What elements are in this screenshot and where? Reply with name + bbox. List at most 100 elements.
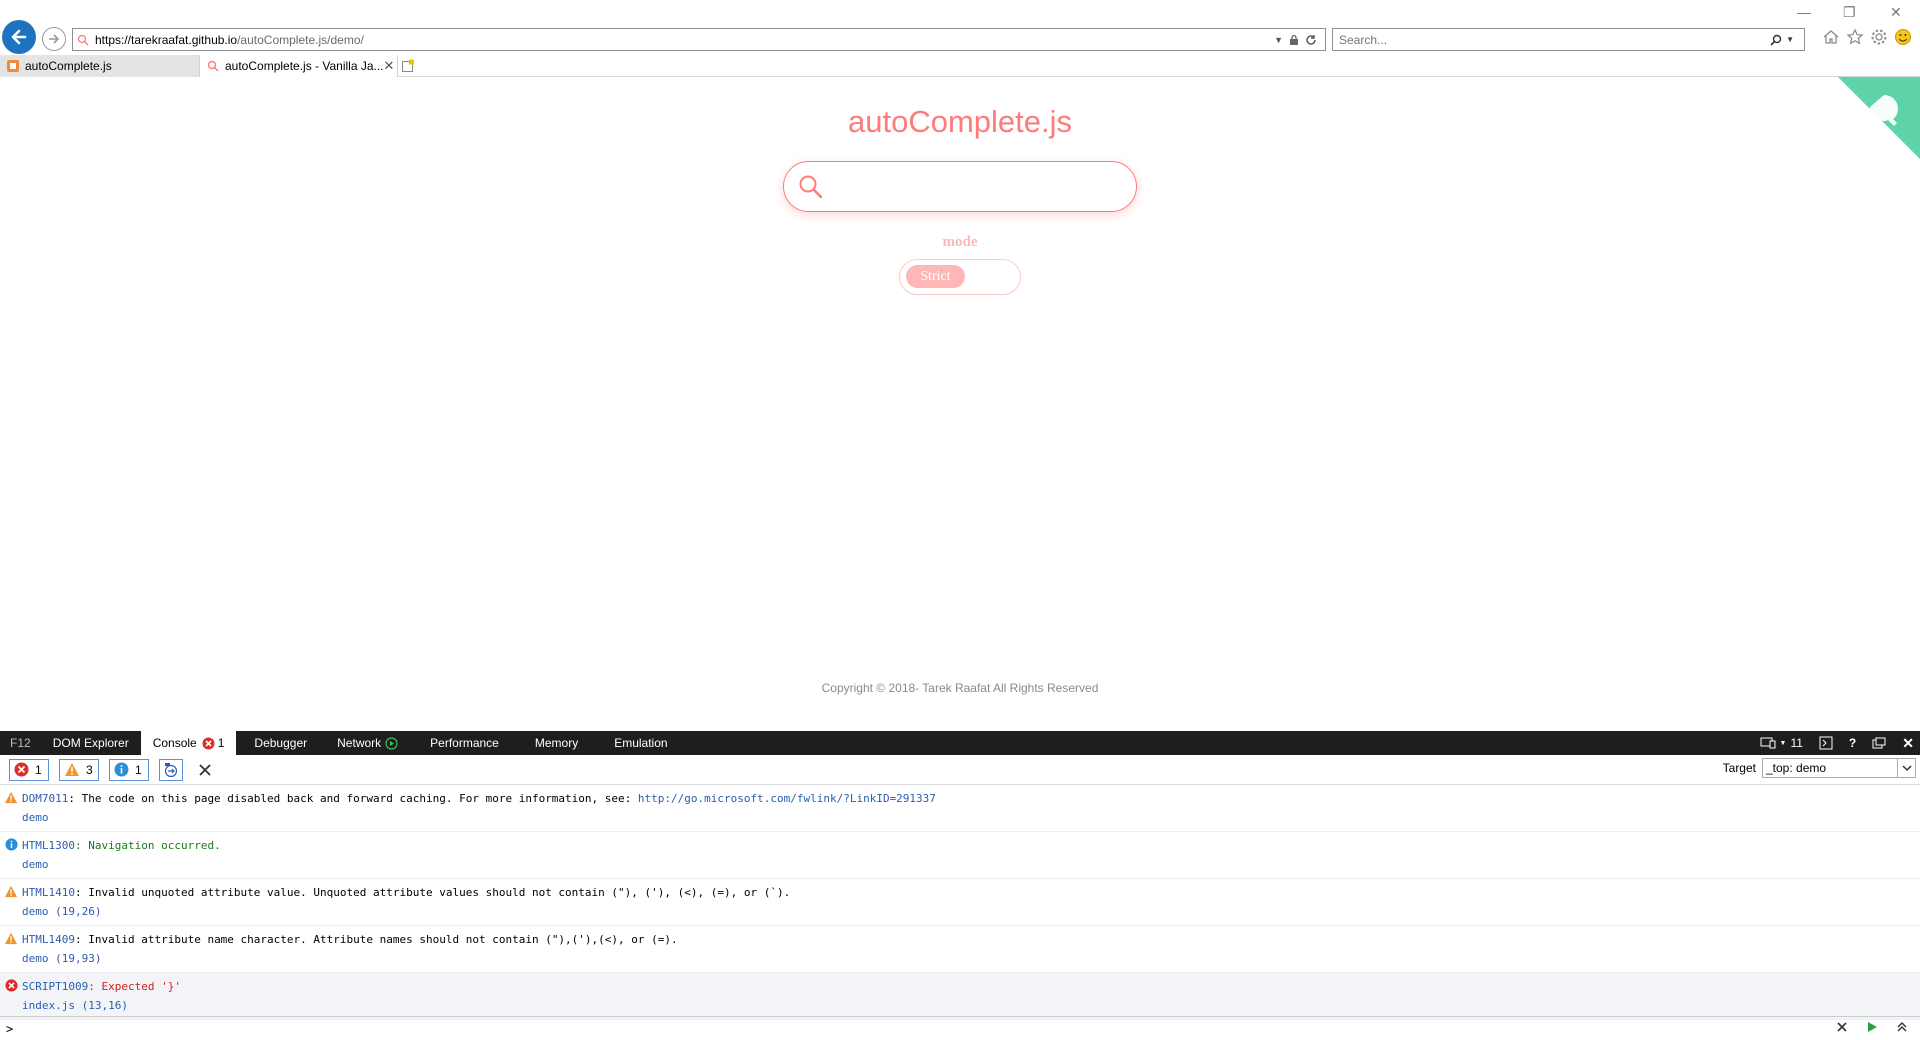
url-path: /autoComplete.js/demo/ — [237, 32, 364, 47]
message-source-link[interactable]: demo (19,26) — [22, 902, 790, 921]
tab-console[interactable]: Console 1 — [140, 731, 237, 755]
forward-button[interactable] — [42, 27, 66, 51]
gear-icon[interactable] — [1870, 28, 1888, 46]
search-icon[interactable] — [1770, 34, 1782, 46]
message-text: Invalid unquoted attribute value. Unquot… — [88, 886, 791, 899]
warning-icon — [4, 885, 18, 898]
target-selector: Target _top: demo — [1723, 758, 1916, 778]
refresh-icon[interactable] — [1305, 34, 1317, 46]
message-code: SCRIPT1009 — [22, 980, 89, 993]
tab-debugger[interactable]: Debugger — [236, 731, 319, 755]
mode-toggle-knob: Strict — [906, 265, 965, 288]
f12-devtools: F12 DOM Explorer Console 1 Debugger Netw… — [0, 731, 1920, 1040]
tab-autocomplete-vanilla[interactable]: autoComplete.js - Vanilla Ja... ✕ — [200, 55, 398, 77]
target-value: _top: demo — [1766, 761, 1827, 775]
console-input-bar[interactable]: > — [0, 1016, 1920, 1040]
browser-search-box[interactable]: ▼ — [1332, 28, 1805, 51]
message-text: Invalid attribute name character. Attrib… — [88, 933, 678, 946]
error-icon — [4, 979, 18, 992]
info-count: 1 — [135, 762, 142, 777]
clear-on-navigate-button[interactable] — [159, 758, 183, 781]
url-text[interactable]: https://tarekraafat.github.io/autoComple… — [93, 33, 1274, 47]
undock-icon[interactable] — [1872, 737, 1886, 749]
console-message: SCRIPT1009: Expected '}' index.js (13,16… — [0, 973, 1920, 1020]
console-toggle-icon[interactable] — [1819, 736, 1833, 750]
filter-info-button[interactable]: 1 — [109, 758, 149, 781]
autocomplete-search-field[interactable] — [783, 161, 1137, 212]
message-text: Expected '}' — [101, 980, 181, 993]
search-icon — [799, 175, 823, 198]
run-script-icon[interactable] — [1866, 1021, 1878, 1033]
message-source-link[interactable]: index.js (13,16) — [22, 996, 181, 1015]
console-prompt: > — [6, 1021, 14, 1036]
chevron-down-icon[interactable] — [1897, 759, 1915, 777]
new-tab-icon — [402, 59, 414, 72]
page-title: autoComplete.js — [847, 104, 1072, 139]
arrow-left-icon — [11, 29, 27, 45]
close-devtools-icon[interactable]: ✕ — [1902, 735, 1914, 752]
dropdown-arrow-icon[interactable]: ▼ — [1274, 35, 1283, 45]
tab-network[interactable]: Network — [319, 731, 410, 755]
lock-icon[interactable] — [1289, 34, 1299, 46]
tab-dom-explorer[interactable]: DOM Explorer — [41, 731, 141, 755]
tab-network-label: Network — [337, 736, 382, 750]
emulation-mode-selector[interactable]: ▼ 11 — [1760, 736, 1803, 750]
autocomplete-input[interactable] — [834, 166, 1116, 207]
message-source-link[interactable]: demo — [22, 855, 221, 874]
close-window-icon[interactable]: ✕ — [1890, 4, 1902, 21]
console-message: DOM7011: The code on this page disabled … — [0, 785, 1920, 832]
smiley-feedback-icon[interactable] — [1894, 28, 1912, 46]
message-link[interactable]: http://go.microsoft.com/fwlink/?LinkID=2… — [638, 792, 936, 805]
browser-search-input[interactable] — [1333, 32, 1771, 47]
record-play-icon[interactable] — [385, 736, 398, 750]
warning-icon — [4, 932, 18, 945]
expand-input-icon[interactable] — [1896, 1021, 1908, 1033]
tab-autocomplete[interactable]: autoComplete.js — [0, 55, 200, 77]
message-code: HTML1300 — [22, 839, 75, 852]
warning-icon — [4, 791, 18, 804]
new-tab-button[interactable] — [398, 55, 418, 77]
clear-on-navigate-icon — [164, 762, 178, 777]
help-icon[interactable]: ? — [1849, 736, 1856, 750]
dropdown-arrow-icon: ▼ — [1779, 739, 1787, 747]
site-search-icon — [73, 29, 93, 50]
monitor-icon — [1760, 737, 1776, 749]
restore-icon[interactable]: ❐ — [1843, 4, 1856, 21]
clear-input-icon[interactable] — [1836, 1021, 1848, 1033]
devtools-tab-bar: F12 DOM Explorer Console 1 Debugger Netw… — [0, 731, 1920, 755]
error-icon — [202, 737, 215, 749]
copyright-footer: Copyright © 2018- Tarek Raafat All Right… — [821, 681, 1099, 695]
tab-f12: F12 — [10, 736, 31, 750]
console-message: HTML1410: Invalid unquoted attribute val… — [0, 879, 1920, 926]
message-source-link[interactable]: demo — [22, 808, 936, 827]
filter-warnings-button[interactable]: 3 — [59, 758, 99, 781]
message-code: HTML1409 — [22, 933, 75, 946]
console-message: HTML1300: Navigation occurred. demo — [0, 832, 1920, 879]
clear-console-button[interactable] — [193, 759, 217, 781]
close-tab-icon[interactable]: ✕ — [384, 58, 395, 74]
address-bar[interactable]: https://tarekraafat.github.io/autoComple… — [72, 28, 1326, 51]
warning-icon — [65, 763, 79, 776]
message-code: DOM7011 — [22, 792, 69, 805]
info-icon — [114, 762, 129, 777]
back-button[interactable] — [2, 20, 36, 54]
home-icon[interactable] — [1822, 28, 1840, 46]
search-dropdown-icon[interactable]: ▼ — [1786, 35, 1794, 44]
console-message: HTML1409: Invalid attribute name charact… — [0, 926, 1920, 973]
console-error-count: 1 — [217, 736, 225, 750]
tab-memory[interactable]: Memory — [511, 731, 590, 755]
message-source-link[interactable]: demo (19,93) — [22, 949, 678, 968]
error-count: 1 — [35, 762, 42, 777]
minimize-icon[interactable]: — — [1797, 4, 1811, 20]
tab-performance[interactable]: Performance — [410, 731, 511, 755]
page-viewport: autoComplete.js mode Strict Copyright © … — [0, 77, 1920, 731]
arrow-right-icon — [49, 34, 60, 44]
tab-label: autoComplete.js — [25, 59, 112, 73]
warning-count: 3 — [86, 762, 93, 777]
info-icon — [4, 838, 18, 851]
favorites-star-icon[interactable] — [1846, 28, 1864, 46]
target-dropdown[interactable]: _top: demo — [1762, 758, 1916, 778]
mode-toggle[interactable]: Strict — [899, 259, 1021, 295]
filter-errors-button[interactable]: 1 — [9, 758, 49, 781]
tab-emulation[interactable]: Emulation — [590, 731, 679, 755]
